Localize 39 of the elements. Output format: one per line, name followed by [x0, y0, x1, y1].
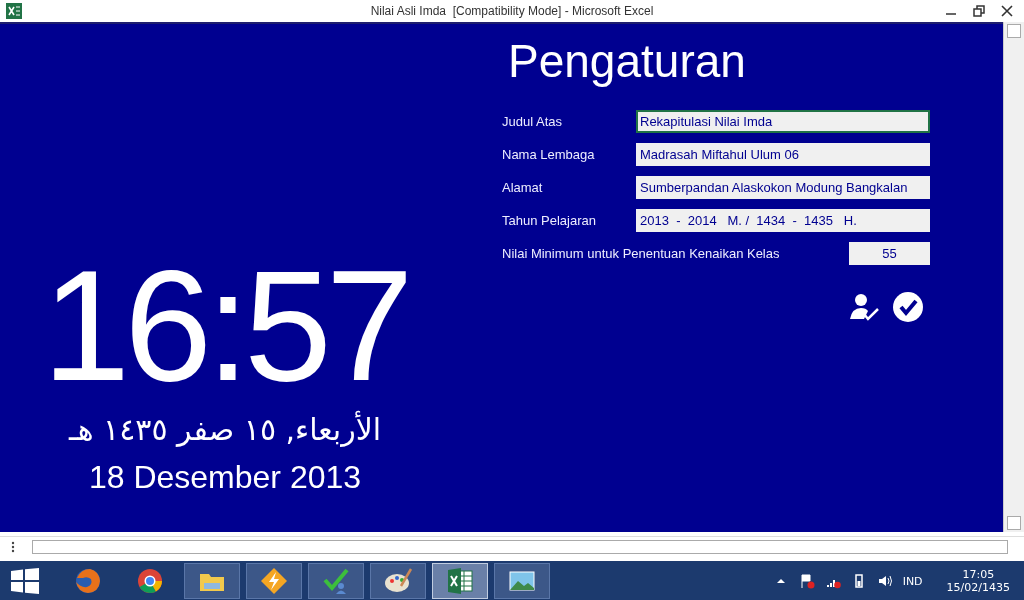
check-users-icon: [321, 566, 351, 596]
taskbar-app[interactable]: [246, 563, 302, 599]
tray-date[interactable]: 15/02/1435: [946, 581, 1010, 594]
language-indicator[interactable]: IND: [902, 574, 923, 588]
taskbar-app[interactable]: [494, 563, 550, 599]
window-title: Nilai Asli Imda [Compatibility Mode] - Microsoft Excel: [370, 4, 654, 18]
hijri-date: الأربعاء, ١٥ صفر ١٤٣٥ هـ: [68, 412, 382, 447]
spreadsheet-icon: [445, 566, 475, 596]
input-field[interactable]: 2013 - 2014 M. / 1434 - 1435 H.: [636, 209, 930, 232]
input-field[interactable]: 55: [849, 242, 930, 265]
lightning-icon: [259, 566, 289, 596]
checkmark-icon[interactable]: [892, 291, 924, 323]
volume-icon[interactable]: [876, 573, 893, 589]
flag-icon[interactable]: [798, 573, 815, 589]
gregorian-date: 18 Desember 2013: [88, 459, 362, 496]
field-label: Tahun Pelajaran: [502, 213, 596, 228]
input-field[interactable]: Sumberpandan Alaskokon Modung Bangkalan: [636, 176, 930, 199]
chrome-icon: [135, 566, 165, 596]
taskbar-app[interactable]: [184, 563, 240, 599]
firefox-icon: [73, 566, 103, 596]
tray-time[interactable]: 17:05: [962, 568, 995, 581]
user-check-icon[interactable]: [848, 291, 880, 323]
taskbar-app[interactable]: [308, 563, 364, 599]
field-label: Judul Atas: [502, 114, 562, 129]
input-field[interactable]: Madrasah Miftahul Ulum 06: [636, 143, 930, 166]
spreadsheet-icon: [6, 3, 22, 19]
taskbar-app[interactable]: [370, 563, 426, 599]
field-label: Nilai Minimum untuk Penentuan Kenaikan Kelas: [502, 246, 780, 261]
taskbar-app[interactable]: [432, 563, 488, 599]
field-label: Nama Lembaga: [502, 147, 595, 162]
close-icon[interactable]: [1000, 4, 1014, 18]
clock-time: 16:57: [42, 246, 408, 404]
input-field[interactable]: Rekapitulasi Nilai Imda: [636, 110, 930, 133]
horizontal-scrollbar[interactable]: [32, 540, 1008, 554]
restore-icon[interactable]: [972, 4, 986, 18]
field-label: Alamat: [502, 180, 543, 195]
vertical-scrollbar[interactable]: [1003, 22, 1024, 532]
settings-title: Pengaturan: [508, 34, 747, 88]
windows-start-icon[interactable]: [10, 568, 40, 594]
